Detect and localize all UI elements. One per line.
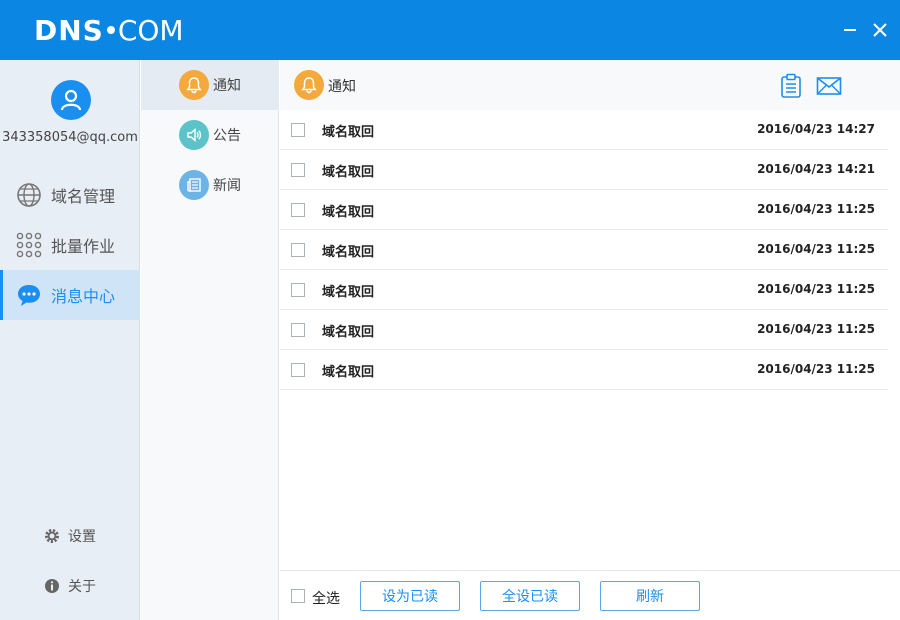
app-logo: DNS COM bbox=[34, 12, 184, 48]
bell-icon bbox=[294, 70, 324, 100]
category-label: 公告 bbox=[213, 128, 241, 144]
grid-dots-icon bbox=[16, 232, 42, 258]
about-link[interactable]: 关于 bbox=[44, 576, 96, 596]
select-all-checkbox[interactable] bbox=[291, 589, 305, 603]
panel-header: 通知 bbox=[280, 60, 900, 110]
row-checkbox[interactable] bbox=[291, 123, 305, 137]
message-subject: 域名取回 bbox=[322, 325, 375, 340]
row-checkbox[interactable] bbox=[291, 203, 305, 217]
sidebar-item-label: 消息中心 bbox=[51, 287, 116, 306]
list-item[interactable]: 域名取回 2016/04/23 11:25 bbox=[280, 350, 888, 390]
message-subject: 域名取回 bbox=[322, 245, 375, 260]
clipboard-icon[interactable] bbox=[778, 73, 804, 99]
left-nav: 343358054@qq.com 域名管理 批量作业 消息中心 设置 关于 bbox=[0, 60, 140, 620]
list-item[interactable]: 域名取回 2016/04/23 11:25 bbox=[280, 230, 888, 270]
row-checkbox[interactable] bbox=[291, 323, 305, 337]
user-icon bbox=[60, 89, 82, 111]
row-checkbox[interactable] bbox=[291, 283, 305, 297]
sidebar-item-label: 域名管理 bbox=[51, 187, 116, 206]
message-category-nav: 通知 公告 新闻 bbox=[141, 60, 279, 620]
info-icon bbox=[45, 579, 59, 593]
sidebar-item-message-center[interactable]: 消息中心 bbox=[0, 270, 140, 320]
message-time: 2016/04/23 11:25 bbox=[757, 282, 875, 296]
minimize-button[interactable] bbox=[836, 16, 864, 44]
close-button[interactable] bbox=[866, 16, 894, 44]
list-item[interactable]: 域名取回 2016/04/23 14:21 bbox=[280, 150, 888, 190]
globe-icon bbox=[16, 182, 42, 208]
list-item[interactable]: 域名取回 2016/04/23 11:25 bbox=[280, 310, 888, 350]
message-list: 域名取回 2016/04/23 14:27 域名取回 2016/04/23 14… bbox=[280, 110, 888, 390]
sidebar-item-label: 批量作业 bbox=[51, 237, 116, 256]
message-time: 2016/04/23 11:25 bbox=[757, 362, 875, 376]
message-time: 2016/04/23 14:21 bbox=[757, 162, 875, 176]
category-notifications[interactable]: 通知 bbox=[141, 60, 279, 110]
logo-text-bold: DNS bbox=[34, 13, 104, 47]
category-label: 新闻 bbox=[213, 178, 241, 194]
title-bar: DNS COM bbox=[0, 0, 900, 60]
message-subject: 域名取回 bbox=[322, 285, 375, 300]
message-subject: 域名取回 bbox=[322, 165, 375, 180]
settings-link[interactable]: 设置 bbox=[44, 526, 96, 546]
sidebar-item-batch-jobs[interactable]: 批量作业 bbox=[0, 220, 140, 270]
select-all-label[interactable]: 全选 bbox=[312, 588, 340, 608]
about-label: 关于 bbox=[68, 579, 96, 595]
message-subject: 域名取回 bbox=[322, 205, 375, 220]
category-announcements[interactable]: 公告 bbox=[141, 110, 279, 160]
message-time: 2016/04/23 11:25 bbox=[757, 202, 875, 216]
avatar[interactable] bbox=[51, 80, 91, 120]
list-item[interactable]: 域名取回 2016/04/23 11:25 bbox=[280, 270, 888, 310]
action-bar: 全选 设为已读 全设已读 刷新 bbox=[280, 570, 900, 620]
mark-read-button[interactable]: 设为已读 bbox=[360, 581, 460, 611]
mark-all-read-button[interactable]: 全设已读 bbox=[480, 581, 580, 611]
list-item[interactable]: 域名取回 2016/04/23 11:25 bbox=[280, 190, 888, 230]
sidebar-item-domain-management[interactable]: 域名管理 bbox=[0, 170, 140, 220]
speaker-icon bbox=[179, 120, 209, 150]
list-item[interactable]: 域名取回 2016/04/23 14:27 bbox=[280, 110, 888, 150]
message-subject: 域名取回 bbox=[322, 125, 375, 140]
message-panel: 通知 域名取回 2016/04/23 14:27 域名取回 2016/04/23… bbox=[280, 60, 900, 620]
refresh-button[interactable]: 刷新 bbox=[600, 581, 700, 611]
user-email: 343358054@qq.com bbox=[2, 130, 138, 145]
message-time: 2016/04/23 14:27 bbox=[757, 122, 875, 136]
message-subject: 域名取回 bbox=[322, 365, 375, 380]
bell-icon bbox=[179, 70, 209, 100]
close-icon bbox=[873, 23, 887, 37]
category-label: 通知 bbox=[213, 78, 241, 94]
message-time: 2016/04/23 11:25 bbox=[757, 242, 875, 256]
logo-dot bbox=[106, 26, 115, 34]
gear-icon bbox=[45, 529, 59, 543]
mail-icon[interactable] bbox=[816, 73, 842, 99]
settings-label: 设置 bbox=[68, 529, 96, 545]
panel-title: 通知 bbox=[328, 79, 356, 95]
message-time: 2016/04/23 11:25 bbox=[757, 322, 875, 336]
category-news[interactable]: 新闻 bbox=[141, 160, 279, 210]
chat-bubble-icon bbox=[16, 282, 42, 308]
minimize-icon bbox=[844, 29, 856, 31]
row-checkbox[interactable] bbox=[291, 243, 305, 257]
logo-text-thin: COM bbox=[117, 13, 184, 47]
newspaper-icon bbox=[179, 170, 209, 200]
row-checkbox[interactable] bbox=[291, 163, 305, 177]
row-checkbox[interactable] bbox=[291, 363, 305, 377]
